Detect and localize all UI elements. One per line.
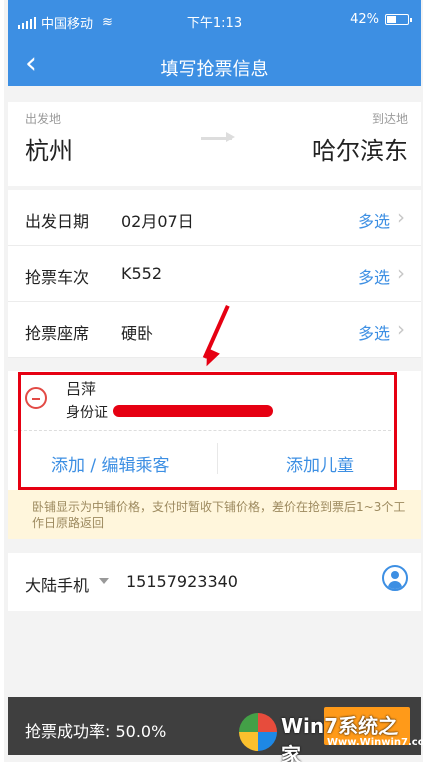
passenger-divider [14, 430, 391, 431]
date-label: 出发日期 [25, 212, 90, 231]
phone-screen: 中国移动 ≋ 下午1:13 42% ‹ 填写抢票信息 出发地 杭州 到达地 哈尔… [0, 0, 429, 762]
departure-label: 出发地 [25, 112, 62, 126]
departure-city[interactable]: 杭州 [25, 131, 73, 166]
seat-label: 抢票座席 [25, 324, 90, 343]
phone-number[interactable]: 15157923340 [126, 572, 238, 591]
watermark-url: Www.Winwin7.com [327, 737, 429, 748]
arrival-city[interactable]: 哈尔滨东 [312, 131, 408, 166]
redacted-id-mark [113, 405, 273, 417]
seat-value: 硬卧 [121, 324, 154, 343]
date-multiselect[interactable]: 多选 [358, 208, 390, 232]
add-child-button[interactable]: 添加儿童 [286, 451, 354, 476]
passenger-id-label: 身份证 [66, 405, 108, 421]
success-rate: 抢票成功率: 50.0% [25, 722, 167, 741]
contact-icon[interactable] [382, 565, 408, 591]
train-value: K552 [121, 264, 163, 283]
top-navigation: ‹ 填写抢票信息 [8, 42, 421, 86]
route-selector[interactable]: 出发地 杭州 到达地 哈尔滨东 [8, 102, 421, 186]
battery-icon [385, 14, 412, 25]
date-value: 02月07日 [121, 212, 194, 231]
chevron-right-icon: › [397, 317, 405, 341]
departure-date-row[interactable]: 出发日期 02月07日 多选 › [8, 190, 421, 246]
button-separator [217, 443, 218, 474]
watermark-brand: Win7系统之家 [281, 714, 399, 762]
phone-region[interactable]: 大陆手机 [25, 572, 89, 596]
battery-percent: 42% [350, 12, 379, 27]
page-title: 填写抢票信息 [160, 59, 269, 80]
passenger-section: 吕萍 身份证 添加 / 编辑乘客 添加儿童 [8, 371, 421, 490]
price-notice: 卧铺显示为中铺价格，支付时暂收下铺价格，差价在抢到票后1~3个工作日原路返回 [8, 490, 421, 539]
windows-logo-icon [239, 713, 277, 751]
train-multiselect[interactable]: 多选 [358, 264, 390, 288]
status-bar: 中国移动 ≋ 下午1:13 42% [8, 0, 421, 42]
passenger-name: 吕萍 [66, 380, 97, 398]
chevron-right-icon: › [397, 261, 405, 285]
train-label: 抢票车次 [25, 268, 90, 287]
dropdown-caret-icon[interactable] [99, 578, 109, 584]
seat-multiselect[interactable]: 多选 [358, 320, 390, 344]
add-edit-passenger-button[interactable]: 添加 / 编辑乘客 [51, 451, 170, 476]
arrival-label: 到达地 [371, 112, 408, 126]
battery-area: 42% [350, 12, 412, 27]
remove-passenger-icon[interactable] [25, 387, 47, 409]
chevron-right-icon: › [397, 205, 405, 229]
phone-row[interactable]: 大陆手机 15157923340 [8, 553, 421, 611]
train-number-row[interactable]: 抢票车次 K552 多选 › [8, 246, 421, 302]
route-arrow-icon [201, 132, 237, 142]
win7-watermark: Win7系统之家 Www.Winwin7.com [239, 703, 423, 762]
